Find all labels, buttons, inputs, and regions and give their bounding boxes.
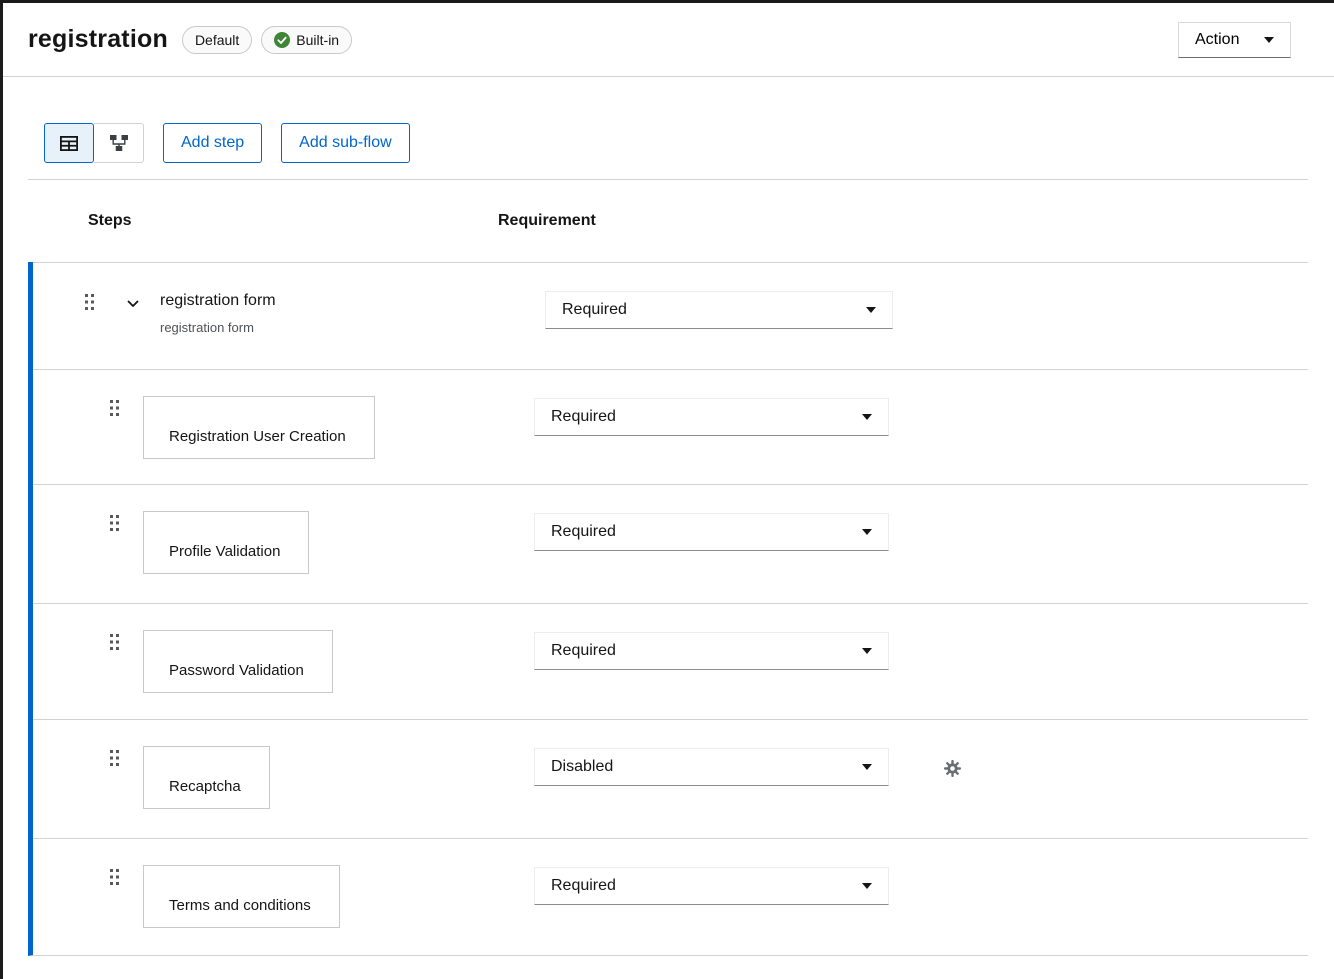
requirement-select-password-validation[interactable]: Required (534, 632, 889, 670)
step-title: Registration User Creation (169, 428, 346, 445)
step-title: Profile Validation (169, 543, 280, 560)
collapse-subflow-button[interactable] (123, 294, 143, 314)
requirement-select-profile-validation[interactable]: Required (534, 513, 889, 551)
caret-down-icon (862, 529, 872, 535)
add-step-button[interactable]: Add step (163, 123, 262, 163)
flow-table: Steps Requirement registration form (28, 180, 1308, 956)
requirement-select-value: Disabled (551, 758, 613, 776)
add-step-label: Add step (181, 134, 244, 152)
flow-row-registration-user-creation: Registration User Creation Required (33, 369, 1308, 484)
flow-row-recaptcha: Recaptcha Disabled (33, 719, 1308, 838)
requirement-select-value: Required (551, 408, 616, 426)
chevron-down-icon (127, 300, 139, 308)
requirement-select-value: Required (551, 877, 616, 895)
requirement-select-value: Required (562, 301, 627, 319)
caret-down-icon (862, 414, 872, 420)
requirement-select-value: Required (551, 523, 616, 541)
step-card[interactable]: Registration User Creation (143, 396, 375, 459)
requirement-select-registration-form[interactable]: Required (545, 291, 893, 329)
grip-vertical-icon[interactable] (110, 750, 119, 766)
step-settings-button[interactable] (936, 752, 968, 784)
flow-row-password-validation: Password Validation Required (33, 603, 1308, 719)
add-sub-flow-button[interactable]: Add sub-flow (281, 123, 410, 163)
check-circle-icon (274, 32, 290, 48)
grip-vertical-icon[interactable] (110, 515, 119, 531)
step-title: Password Validation (169, 662, 304, 679)
page-header: registration Default Built-in Action (3, 3, 1334, 77)
caret-down-icon (1264, 37, 1274, 43)
action-dropdown[interactable]: Action (1178, 22, 1291, 58)
page-title: registration (28, 25, 168, 54)
requirement-select-value: Required (551, 642, 616, 660)
requirement-column-header: Requirement (498, 212, 596, 230)
add-sub-flow-label: Add sub-flow (299, 134, 392, 152)
steps-column-header: Steps (88, 212, 132, 230)
grip-vertical-icon[interactable] (110, 869, 119, 885)
step-card[interactable]: Profile Validation (143, 511, 309, 574)
grip-vertical-icon[interactable] (110, 634, 119, 650)
view-toggle-group (44, 123, 144, 163)
default-badge-label: Default (195, 32, 239, 48)
caret-down-icon (866, 307, 876, 313)
column-headers: Steps Requirement (28, 180, 1308, 262)
subflow-title: registration form (160, 292, 276, 310)
table-view-toggle[interactable] (44, 123, 94, 163)
step-card[interactable]: Terms and conditions (143, 865, 340, 928)
built-in-badge-label: Built-in (296, 32, 339, 48)
table-icon (60, 136, 78, 151)
subflow-subtitle: registration form (160, 320, 254, 335)
step-title: Recaptcha (169, 778, 241, 795)
grip-vertical-icon[interactable] (85, 294, 94, 310)
flow-row-registration-form: registration form registration form Requ… (33, 262, 1308, 369)
flow-row-profile-validation: Profile Validation Required (33, 484, 1308, 603)
built-in-badge: Built-in (261, 26, 352, 54)
project-diagram-icon (110, 135, 128, 151)
diagram-view-toggle[interactable] (94, 123, 144, 163)
flow-row-terms-and-conditions: Terms and conditions Required (33, 838, 1308, 955)
toolbar: Add step Add sub-flow (44, 123, 1334, 163)
caret-down-icon (862, 648, 872, 654)
caret-down-icon (862, 764, 872, 770)
badges: Default Built-in (182, 26, 352, 54)
requirement-select-terms-and-conditions[interactable]: Required (534, 867, 889, 905)
step-card[interactable]: Password Validation (143, 630, 333, 693)
grip-vertical-icon[interactable] (110, 400, 119, 416)
gear-icon (944, 760, 961, 777)
requirement-select-recaptcha[interactable]: Disabled (534, 748, 889, 786)
caret-down-icon (862, 883, 872, 889)
step-card[interactable]: Recaptcha (143, 746, 270, 809)
requirement-select-registration-user-creation[interactable]: Required (534, 398, 889, 436)
default-badge: Default (182, 26, 252, 54)
action-dropdown-label: Action (1195, 31, 1239, 49)
step-title: Terms and conditions (169, 897, 311, 914)
flow-rows: registration form registration form Requ… (28, 262, 1308, 956)
